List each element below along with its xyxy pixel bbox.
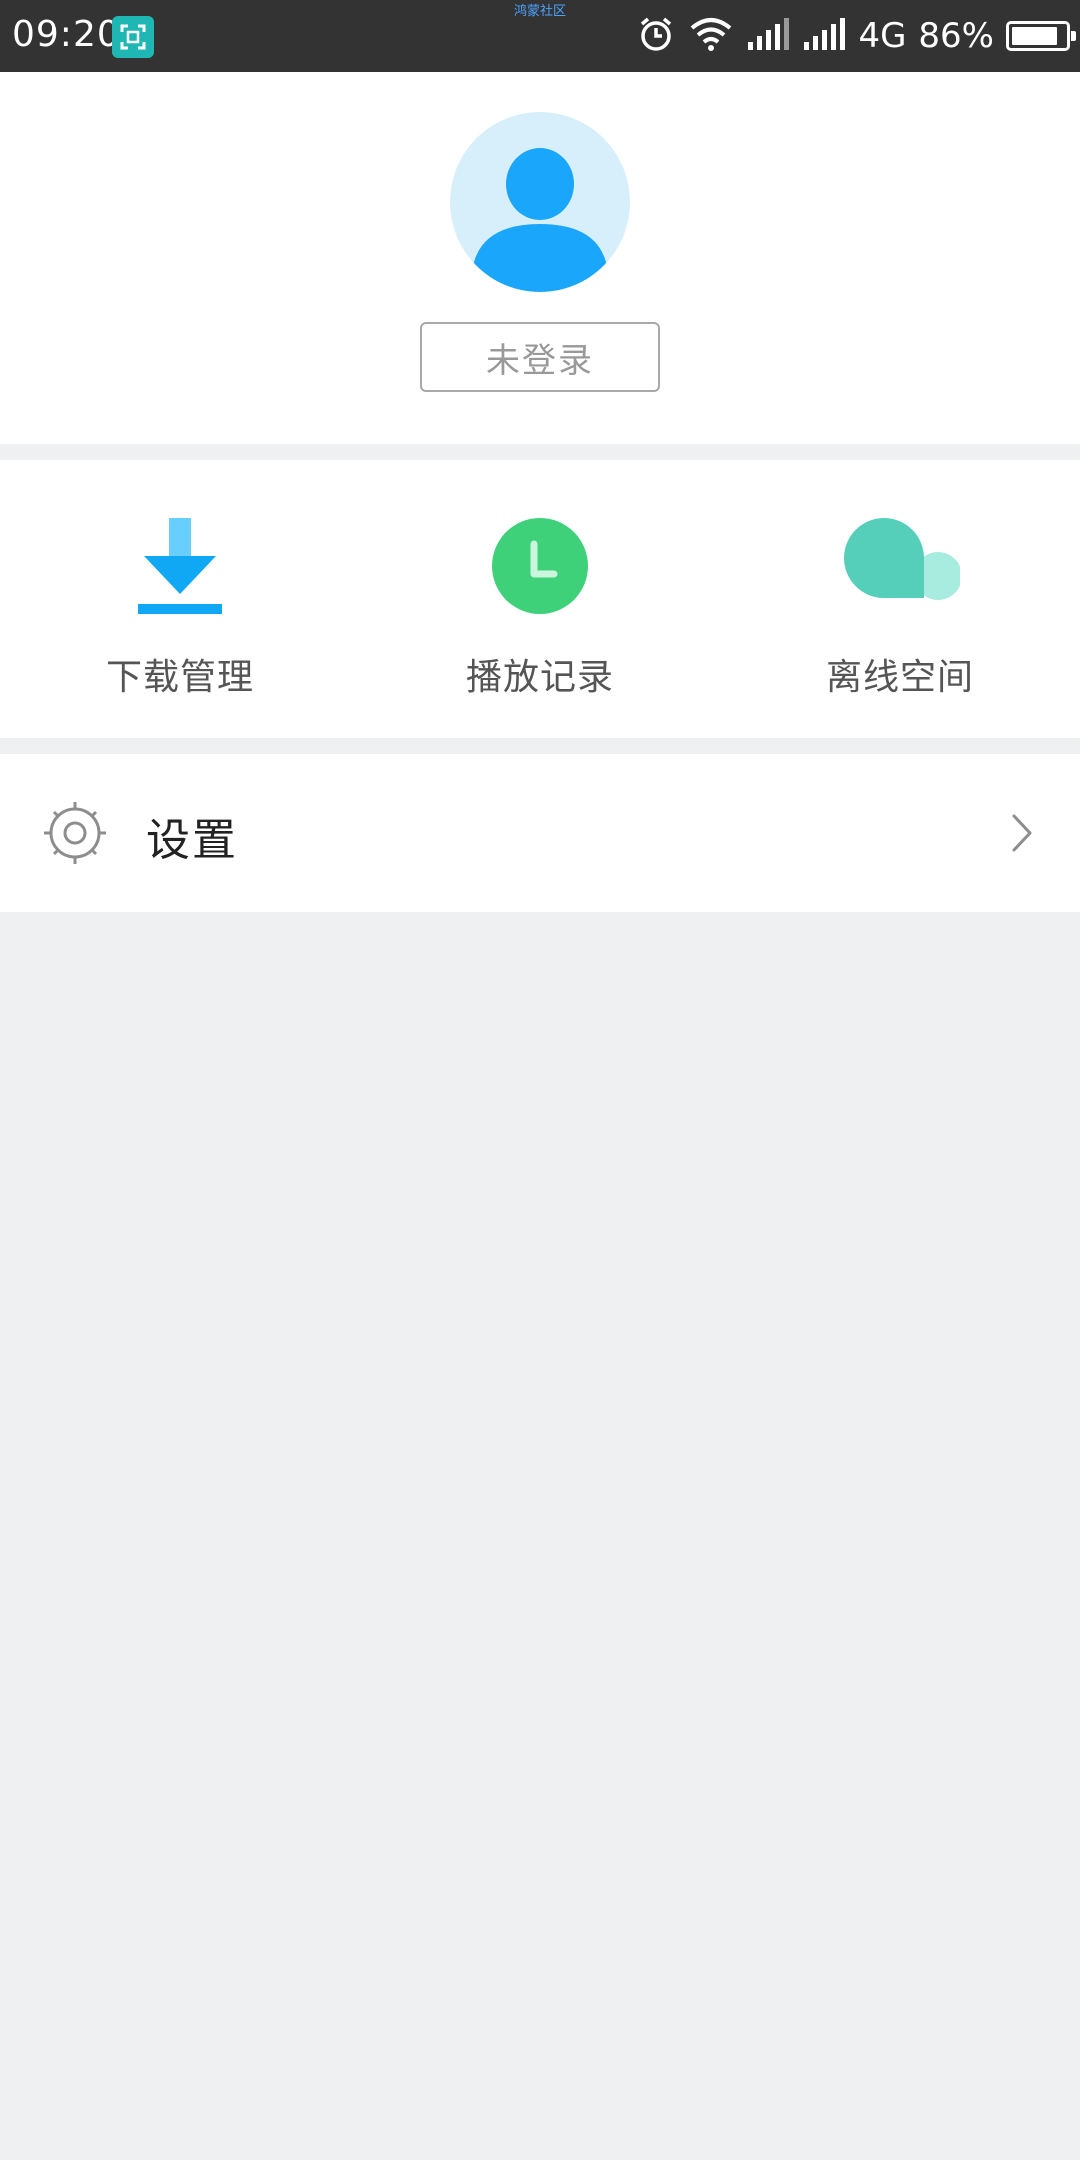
signal-icon xyxy=(802,14,846,58)
chevron-right-icon xyxy=(1004,812,1040,854)
profile-section: 未登录 xyxy=(0,72,1080,444)
signal-icon xyxy=(746,14,790,58)
battery-fill xyxy=(1012,27,1057,45)
screenshot-app-icon xyxy=(112,16,154,58)
battery-icon xyxy=(1006,21,1076,51)
clock-icon xyxy=(480,518,600,614)
status-time: 09:20 xyxy=(12,14,121,55)
status-bar: 09:20 鸿蒙社区 4G 86% xyxy=(0,0,1080,72)
quick-action-download[interactable]: 下载管理 xyxy=(0,460,360,738)
quick-action-offline[interactable]: 离线空间 xyxy=(720,460,1080,738)
quick-action-label: 离线空间 xyxy=(825,657,974,698)
settings-row[interactable]: 设置 xyxy=(0,754,1080,912)
cloud-icon xyxy=(840,518,962,608)
alarm-icon xyxy=(636,14,676,58)
wifi-icon xyxy=(688,14,734,58)
network-type: 4G xyxy=(858,16,907,56)
quick-action-label: 下载管理 xyxy=(105,657,254,698)
status-right: 4G 86% xyxy=(636,12,1076,60)
settings-label: 设置 xyxy=(146,815,238,866)
battery-percent: 86% xyxy=(918,16,994,56)
quick-action-label: 播放记录 xyxy=(465,657,614,698)
quick-actions: 下载管理 播放记录 离线空间 xyxy=(0,460,1080,738)
quick-action-history[interactable]: 播放记录 xyxy=(360,460,720,738)
login-button[interactable]: 未登录 xyxy=(420,322,660,392)
gear-icon xyxy=(44,802,106,864)
avatar-icon[interactable] xyxy=(450,112,630,292)
download-icon xyxy=(120,518,240,614)
